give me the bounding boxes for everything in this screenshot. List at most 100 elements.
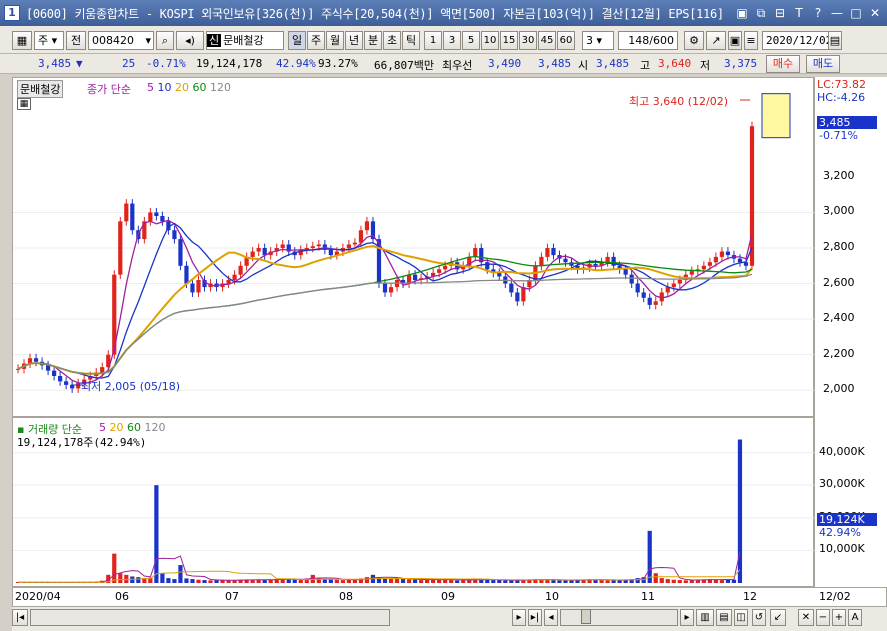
ma-indicator-label[interactable]: 종가 단순 — [87, 81, 131, 97]
volume-bar — [250, 580, 255, 583]
interval-button-10[interactable]: 10 — [481, 31, 499, 50]
candle-body — [623, 269, 628, 275]
interval-button-5[interactable]: 5 — [462, 31, 480, 50]
calculator-icon[interactable]: ▦ — [17, 98, 31, 110]
candle-body — [749, 126, 755, 266]
candle-body — [184, 265, 189, 284]
window-control-2[interactable]: ⊟ — [772, 5, 788, 21]
indicator-icon[interactable]: ↗ — [706, 31, 726, 50]
candle-body — [238, 265, 243, 275]
restore-icon[interactable]: ◫ — [734, 609, 748, 626]
reset-icon[interactable]: ↺ — [752, 609, 766, 626]
custom-interval-select[interactable]: 3 ▾ — [582, 31, 614, 50]
zoom-in-icon[interactable]: + — [832, 609, 846, 626]
collapse-icon[interactable]: ↙ — [770, 609, 786, 626]
new-badge: 신 — [207, 34, 222, 47]
period-select[interactable]: 주 ▾ — [34, 31, 64, 50]
scroll-prev-icon[interactable]: ◂ — [544, 609, 558, 626]
volume-bar — [412, 579, 418, 583]
layout-icon[interactable]: ▥ — [696, 609, 714, 626]
period-tab-2[interactable]: 월 — [326, 31, 344, 50]
interval-button-45[interactable]: 45 — [538, 31, 556, 50]
period-tab-4[interactable]: 분 — [364, 31, 382, 50]
window-control-5[interactable]: — — [829, 5, 845, 21]
print-icon[interactable]: ≡ — [744, 31, 758, 50]
candle-body — [677, 280, 682, 284]
hc-label: HC:-4.26 — [817, 91, 866, 104]
volume-bar — [136, 577, 141, 583]
candle-body — [509, 283, 514, 293]
scroll-right-icon[interactable]: ▸ — [512, 609, 526, 626]
zoom-slider-thumb[interactable] — [581, 609, 591, 624]
interval-button-3[interactable]: 3 — [443, 31, 461, 50]
buy-button[interactable]: 매수 — [766, 55, 800, 73]
save-icon[interactable]: ▣ — [728, 31, 742, 50]
font-icon[interactable]: A — [848, 609, 862, 626]
sell-button[interactable]: 매도 — [806, 55, 840, 73]
zoom-next-icon[interactable]: ▸ — [680, 609, 694, 626]
period-tab-0[interactable]: 일 — [288, 31, 306, 50]
calendar-icon[interactable]: ▤ — [828, 31, 842, 50]
x-axis-right-label: 12/02 — [819, 590, 851, 603]
volume-bar — [118, 573, 123, 583]
prev-button[interactable]: 전 — [66, 31, 86, 50]
volume-bar — [713, 579, 718, 583]
scroll-track[interactable] — [30, 609, 390, 626]
volume-bar — [461, 580, 466, 583]
candle-body — [148, 212, 153, 222]
window-titlebar: 1 [0600] 키움종합차트 - KOSPI 외국인보유[326(천)] 주식… — [0, 0, 887, 26]
interval-button-15[interactable]: 15 — [500, 31, 518, 50]
window-control-3[interactable]: T — [791, 5, 807, 21]
search-icon[interactable]: ⌕ — [156, 31, 174, 50]
candle-body — [130, 203, 135, 231]
volume-bar — [418, 580, 424, 583]
volume-bar — [545, 579, 550, 583]
scroll-bar-area: |◂ ▸ ▸| ◂ ▸ ▥ ▤ ◫ ↺ ↙ ✕ − + A — [12, 607, 887, 631]
window-control-1[interactable]: ⧉ — [753, 5, 769, 21]
list-icon[interactable]: ▤ — [716, 609, 732, 626]
stock-name-field[interactable]: 신 문배철강 — [206, 31, 284, 50]
candle-body — [172, 230, 177, 240]
count-field[interactable]: 148/600 — [618, 31, 678, 50]
window-control-6[interactable]: □ — [848, 5, 864, 21]
volume-chart-panel[interactable]: ▪ 거래량 단순 5 20 60 120 19,124,178주(42.94%) — [12, 417, 815, 587]
scroll-first-icon[interactable]: |◂ — [12, 609, 28, 626]
zoom-out-icon[interactable]: − — [816, 609, 830, 626]
zoom-slider[interactable] — [560, 609, 678, 626]
window-control-0[interactable]: ▣ — [734, 5, 750, 21]
volume-bar — [112, 553, 117, 583]
volume-period-60: 60 — [127, 421, 145, 434]
stock-code-input[interactable]: 008420 ▾ — [88, 31, 154, 50]
volume-bar — [286, 579, 291, 583]
period-tab-1[interactable]: 주 — [307, 31, 325, 50]
volume-bar — [184, 578, 189, 583]
volume-bar — [256, 579, 261, 583]
period-tab-5[interactable]: 초 — [383, 31, 401, 50]
candle-body — [689, 271, 694, 275]
sound-icon[interactable]: ◂) — [176, 31, 204, 50]
candle-body — [635, 283, 640, 293]
candle-settings-icon[interactable]: ⚙ — [684, 31, 704, 50]
interval-button-60[interactable]: 60 — [557, 31, 575, 50]
x-axis: 2020/04 06 07 08 09 10 11 12 12/02 — [12, 587, 887, 607]
price-chart-panel[interactable]: 문배철강 종가 단순 5 10 20 60 120 ▦ 최고 3,640 (12… — [12, 77, 815, 418]
period-tab-6[interactable]: 틱 — [402, 31, 420, 50]
candle-body — [316, 244, 321, 247]
cross-icon[interactable]: ✕ — [798, 609, 814, 626]
interval-button-30[interactable]: 30 — [519, 31, 537, 50]
volume-bar — [737, 439, 743, 583]
window-control-7[interactable]: ✕ — [867, 5, 883, 21]
ma-period-10: 10 — [157, 81, 175, 94]
chart-settings-icon[interactable]: ▦ — [12, 31, 32, 50]
interval-button-1[interactable]: 1 — [424, 31, 442, 50]
price-chart-svg[interactable] — [13, 78, 815, 418]
scroll-last-icon[interactable]: ▸| — [528, 609, 542, 626]
period-tab-3[interactable]: 년 — [345, 31, 363, 50]
high-price: 3,640 — [658, 57, 692, 70]
volume-period-120: 120 — [144, 421, 166, 434]
volume-bar — [166, 578, 171, 583]
window-control-4[interactable]: ? — [810, 5, 826, 21]
candle-body — [178, 239, 183, 266]
high-note: 최고 3,640 (12/02) — [629, 95, 729, 108]
ma-period-20: 20 — [175, 81, 193, 94]
